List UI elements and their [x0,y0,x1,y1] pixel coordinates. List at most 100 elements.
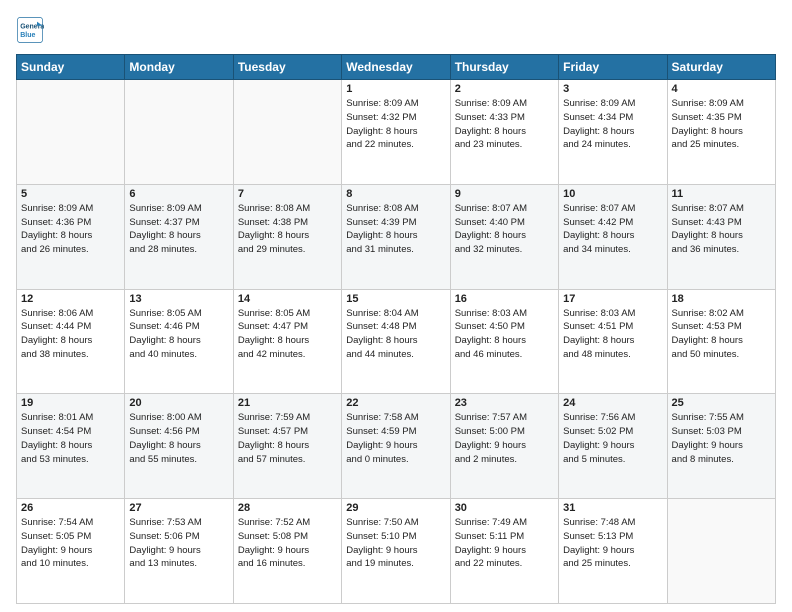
day-number: 2 [455,83,554,95]
day-info: Sunrise: 7:58 AM Sunset: 4:59 PM Dayligh… [346,411,445,466]
day-info: Sunrise: 7:50 AM Sunset: 5:10 PM Dayligh… [346,516,445,571]
page: General Blue SundayMondayTuesdayWednesda… [0,0,792,612]
day-info: Sunrise: 8:08 AM Sunset: 4:39 PM Dayligh… [346,202,445,257]
day-info: Sunrise: 8:09 AM Sunset: 4:34 PM Dayligh… [563,97,662,152]
day-info: Sunrise: 7:53 AM Sunset: 5:06 PM Dayligh… [129,516,228,571]
day-number: 8 [346,188,445,200]
day-number: 24 [563,397,662,409]
day-info: Sunrise: 8:07 AM Sunset: 4:42 PM Dayligh… [563,202,662,257]
day-info: Sunrise: 8:00 AM Sunset: 4:56 PM Dayligh… [129,411,228,466]
calendar-cell [17,80,125,185]
logo-icon: General Blue [16,16,44,44]
calendar-week-row: 5 Sunrise: 8:09 AM Sunset: 4:36 PM Daylig… [17,184,776,289]
day-number: 16 [455,293,554,305]
calendar-cell: 8 Sunrise: 8:08 AM Sunset: 4:39 PM Daylig… [342,184,450,289]
calendar-cell: 4 Sunrise: 8:09 AM Sunset: 4:35 PM Daylig… [667,80,775,185]
day-number: 23 [455,397,554,409]
day-number: 19 [21,397,120,409]
day-number: 30 [455,502,554,514]
calendar-week-row: 1 Sunrise: 8:09 AM Sunset: 4:32 PM Daylig… [17,80,776,185]
calendar-cell: 10 Sunrise: 8:07 AM Sunset: 4:42 PM Dayli… [559,184,667,289]
calendar-cell: 2 Sunrise: 8:09 AM Sunset: 4:33 PM Daylig… [450,80,558,185]
day-number: 27 [129,502,228,514]
day-number: 13 [129,293,228,305]
day-info: Sunrise: 7:49 AM Sunset: 5:11 PM Dayligh… [455,516,554,571]
calendar-cell: 7 Sunrise: 8:08 AM Sunset: 4:38 PM Daylig… [233,184,341,289]
calendar-cell: 16 Sunrise: 8:03 AM Sunset: 4:50 PM Dayli… [450,289,558,394]
day-number: 1 [346,83,445,95]
day-info: Sunrise: 8:09 AM Sunset: 4:36 PM Dayligh… [21,202,120,257]
calendar-cell: 24 Sunrise: 7:56 AM Sunset: 5:02 PM Dayli… [559,394,667,499]
day-number: 12 [21,293,120,305]
calendar-cell [125,80,233,185]
day-info: Sunrise: 8:09 AM Sunset: 4:33 PM Dayligh… [455,97,554,152]
calendar-cell: 19 Sunrise: 8:01 AM Sunset: 4:54 PM Dayli… [17,394,125,499]
day-number: 7 [238,188,337,200]
day-info: Sunrise: 7:52 AM Sunset: 5:08 PM Dayligh… [238,516,337,571]
day-info: Sunrise: 7:59 AM Sunset: 4:57 PM Dayligh… [238,411,337,466]
day-info: Sunrise: 8:07 AM Sunset: 4:40 PM Dayligh… [455,202,554,257]
svg-text:Blue: Blue [20,32,35,39]
day-info: Sunrise: 8:02 AM Sunset: 4:53 PM Dayligh… [672,307,771,362]
calendar-cell [667,499,775,604]
day-number: 25 [672,397,771,409]
day-info: Sunrise: 8:01 AM Sunset: 4:54 PM Dayligh… [21,411,120,466]
calendar-day-header: Sunday [17,55,125,80]
calendar-day-header: Monday [125,55,233,80]
day-number: 28 [238,502,337,514]
calendar-cell: 5 Sunrise: 8:09 AM Sunset: 4:36 PM Daylig… [17,184,125,289]
day-info: Sunrise: 8:03 AM Sunset: 4:51 PM Dayligh… [563,307,662,362]
calendar-day-header: Thursday [450,55,558,80]
day-number: 10 [563,188,662,200]
day-info: Sunrise: 8:05 AM Sunset: 4:47 PM Dayligh… [238,307,337,362]
calendar-header-row: SundayMondayTuesdayWednesdayThursdayFrid… [17,55,776,80]
calendar-cell: 13 Sunrise: 8:05 AM Sunset: 4:46 PM Dayli… [125,289,233,394]
calendar-cell: 18 Sunrise: 8:02 AM Sunset: 4:53 PM Dayli… [667,289,775,394]
calendar-cell: 26 Sunrise: 7:54 AM Sunset: 5:05 PM Dayli… [17,499,125,604]
calendar-cell: 30 Sunrise: 7:49 AM Sunset: 5:11 PM Dayli… [450,499,558,604]
calendar-cell: 6Sunrise: 8:09 AM Sunset: 4:37 PM Daylig… [125,184,233,289]
day-number: 4 [672,83,771,95]
day-number: 29 [346,502,445,514]
day-number: 31 [563,502,662,514]
calendar-cell: 3 Sunrise: 8:09 AM Sunset: 4:34 PM Daylig… [559,80,667,185]
day-number: 5 [21,188,120,200]
calendar-cell: 27 Sunrise: 7:53 AM Sunset: 5:06 PM Dayli… [125,499,233,604]
day-info: Sunrise: 7:54 AM Sunset: 5:05 PM Dayligh… [21,516,120,571]
calendar-cell: 1 Sunrise: 8:09 AM Sunset: 4:32 PM Daylig… [342,80,450,185]
calendar-cell: 21 Sunrise: 7:59 AM Sunset: 4:57 PM Dayli… [233,394,341,499]
day-info: Sunrise: 7:56 AM Sunset: 5:02 PM Dayligh… [563,411,662,466]
day-info: Sunrise: 8:09 AM Sunset: 4:35 PM Dayligh… [672,97,771,152]
day-number: 9 [455,188,554,200]
day-info: Sunrise: 8:08 AM Sunset: 4:38 PM Dayligh… [238,202,337,257]
day-number: 15 [346,293,445,305]
logo: General Blue [16,16,48,44]
day-info: Sunrise: 8:05 AM Sunset: 4:46 PM Dayligh… [129,307,228,362]
day-info: Sunrise: 8:07 AM Sunset: 4:43 PM Dayligh… [672,202,771,257]
day-info: Sunrise: 8:09 AM Sunset: 4:32 PM Dayligh… [346,97,445,152]
calendar-day-header: Tuesday [233,55,341,80]
day-info: Sunrise: 7:57 AM Sunset: 5:00 PM Dayligh… [455,411,554,466]
calendar-cell: 29 Sunrise: 7:50 AM Sunset: 5:10 PM Dayli… [342,499,450,604]
calendar-day-header: Saturday [667,55,775,80]
day-number: 18 [672,293,771,305]
day-info: Sunrise: 7:55 AM Sunset: 5:03 PM Dayligh… [672,411,771,466]
calendar-cell: 9 Sunrise: 8:07 AM Sunset: 4:40 PM Daylig… [450,184,558,289]
day-number: 21 [238,397,337,409]
calendar-cell: 12Sunrise: 8:06 AM Sunset: 4:44 PM Dayli… [17,289,125,394]
calendar-week-row: 26 Sunrise: 7:54 AM Sunset: 5:05 PM Dayli… [17,499,776,604]
header: General Blue [16,16,776,44]
calendar-cell: 14 Sunrise: 8:05 AM Sunset: 4:47 PM Dayli… [233,289,341,394]
calendar-cell: 31Sunrise: 7:48 AM Sunset: 5:13 PM Dayli… [559,499,667,604]
day-number: 14 [238,293,337,305]
calendar-day-header: Wednesday [342,55,450,80]
calendar-cell: 20 Sunrise: 8:00 AM Sunset: 4:56 PM Dayli… [125,394,233,499]
calendar-cell: 11Sunrise: 8:07 AM Sunset: 4:43 PM Dayli… [667,184,775,289]
day-number: 3 [563,83,662,95]
day-number: 20 [129,397,228,409]
day-number: 17 [563,293,662,305]
day-info: Sunrise: 8:03 AM Sunset: 4:50 PM Dayligh… [455,307,554,362]
calendar-cell: 17 Sunrise: 8:03 AM Sunset: 4:51 PM Dayli… [559,289,667,394]
day-number: 26 [21,502,120,514]
calendar-cell [233,80,341,185]
